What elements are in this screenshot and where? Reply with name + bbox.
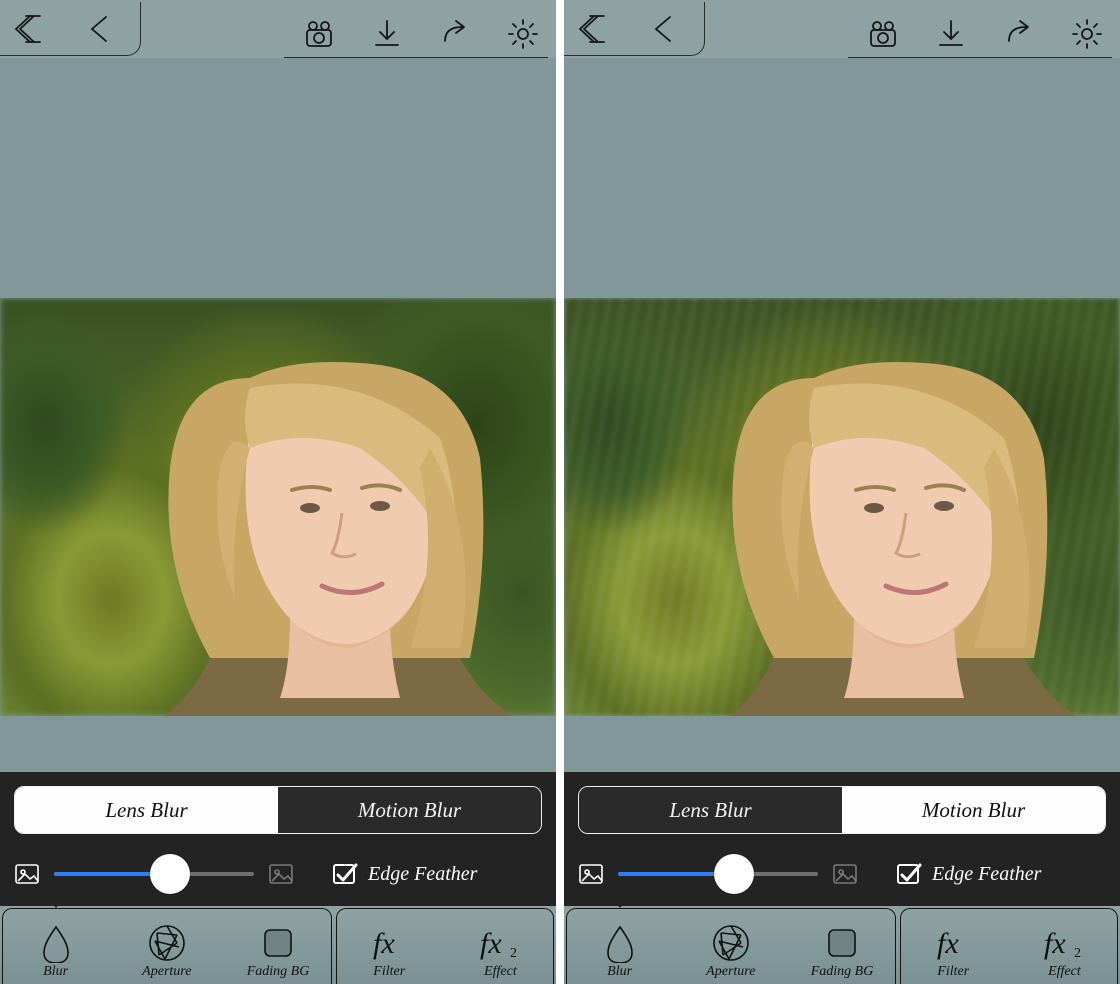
- fx2-icon: [1044, 923, 1084, 963]
- back-icon[interactable]: [648, 12, 682, 46]
- image-sharp-icon: [578, 861, 604, 887]
- blur-mode-lens-blur[interactable]: Lens Blur: [15, 787, 278, 833]
- nav-group: [0, 2, 141, 56]
- tab-label: Blur: [607, 964, 632, 980]
- tab-aperture[interactable]: Aperture: [675, 906, 786, 984]
- tab-label: Fading BG: [247, 964, 310, 980]
- aperture-icon: [147, 923, 187, 963]
- canvas-bottom-spacer: [0, 716, 556, 772]
- editor-pane-right: Lens Blur Motion Blur Edge Feather: [564, 0, 1120, 984]
- home-icon[interactable]: [14, 12, 48, 46]
- action-group: [848, 17, 1112, 58]
- controls-panel: Lens Blur Motion Blur Edge Feather: [564, 772, 1120, 906]
- bottom-tab-bar: Blur Aperture Fading BG Filter Effect: [0, 906, 556, 984]
- tab-effect[interactable]: Effect: [1009, 906, 1120, 984]
- edge-feather-toggle[interactable]: Edge Feather: [896, 861, 1041, 887]
- tab-filter[interactable]: Filter: [334, 906, 445, 984]
- controls-panel: Lens Blur Motion Blur Edge Feather: [0, 772, 556, 906]
- blur-mode-label: Motion Blur: [358, 798, 461, 823]
- editor-pane-left: Lens Blur Motion Blur Edge Feather: [0, 0, 556, 984]
- action-group: [284, 17, 548, 58]
- edge-feather-label: Edge Feather: [368, 863, 477, 886]
- image-sharp-icon: [14, 861, 40, 887]
- top-toolbar: [564, 0, 1120, 58]
- download-icon[interactable]: [370, 17, 404, 51]
- tab-fading-bg[interactable]: Fading BG: [222, 906, 333, 984]
- tab-label: Filter: [937, 964, 969, 980]
- photo-subject: [564, 298, 1120, 716]
- blur-mode-label: Motion Blur: [922, 798, 1025, 823]
- tab-blur[interactable]: Blur: [0, 906, 111, 984]
- photo-preview[interactable]: [0, 298, 556, 716]
- bottom-tab-bar: Blur Aperture Fading BG Filter Effect: [564, 906, 1120, 984]
- fx2-icon: [480, 923, 520, 963]
- tab-filter[interactable]: Filter: [898, 906, 1009, 984]
- tab-label: Aperture: [142, 964, 191, 980]
- square-icon: [822, 923, 862, 963]
- slider-row: Edge Feather: [0, 834, 556, 906]
- tab-label: Fading BG: [811, 964, 874, 980]
- canvas-bottom-spacer: [564, 716, 1120, 772]
- image-blur-icon: [268, 861, 294, 887]
- share-icon[interactable]: [1002, 17, 1036, 51]
- back-icon[interactable]: [84, 12, 118, 46]
- blur-mode-motion-blur[interactable]: Motion Blur: [278, 787, 541, 833]
- top-toolbar: [0, 0, 556, 58]
- drop-icon: [600, 923, 640, 963]
- blur-mode-lens-blur[interactable]: Lens Blur: [579, 787, 842, 833]
- tab-effect[interactable]: Effect: [445, 906, 556, 984]
- fx-icon: [369, 923, 409, 963]
- tab-aperture[interactable]: Aperture: [111, 906, 222, 984]
- tab-label: Filter: [373, 964, 405, 980]
- tab-label: Effect: [1048, 964, 1081, 980]
- share-icon[interactable]: [438, 17, 472, 51]
- square-icon: [258, 923, 298, 963]
- nav-group: [564, 2, 705, 56]
- image-blur-icon: [832, 861, 858, 887]
- blur-mode-segmented: Lens Blur Motion Blur: [14, 786, 542, 834]
- home-icon[interactable]: [578, 12, 612, 46]
- tab-label: Aperture: [706, 964, 755, 980]
- settings-icon[interactable]: [1070, 17, 1104, 51]
- aperture-icon: [711, 923, 751, 963]
- drop-icon: [36, 923, 76, 963]
- photo-subject: [0, 298, 556, 716]
- canvas-top-spacer: [0, 58, 556, 298]
- slider-thumb[interactable]: [714, 854, 754, 894]
- blur-amount-slider[interactable]: [618, 854, 818, 894]
- tab-label: Blur: [43, 964, 68, 980]
- blur-mode-label: Lens Blur: [669, 798, 751, 823]
- tab-fading-bg[interactable]: Fading BG: [786, 906, 897, 984]
- download-icon[interactable]: [934, 17, 968, 51]
- blur-mode-segmented: Lens Blur Motion Blur: [578, 786, 1106, 834]
- slider-row: Edge Feather: [564, 834, 1120, 906]
- photo-preview[interactable]: [564, 298, 1120, 716]
- blur-mode-label: Lens Blur: [105, 798, 187, 823]
- slider-thumb[interactable]: [150, 854, 190, 894]
- settings-icon[interactable]: [506, 17, 540, 51]
- blur-amount-slider[interactable]: [54, 854, 254, 894]
- tab-blur[interactable]: Blur: [564, 906, 675, 984]
- edge-feather-toggle[interactable]: Edge Feather: [332, 861, 477, 887]
- edge-feather-label: Edge Feather: [932, 863, 1041, 886]
- record-icon[interactable]: [866, 17, 900, 51]
- record-icon[interactable]: [302, 17, 336, 51]
- tab-label: Effect: [484, 964, 517, 980]
- canvas-top-spacer: [564, 58, 1120, 298]
- fx-icon: [933, 923, 973, 963]
- blur-mode-motion-blur[interactable]: Motion Blur: [842, 787, 1105, 833]
